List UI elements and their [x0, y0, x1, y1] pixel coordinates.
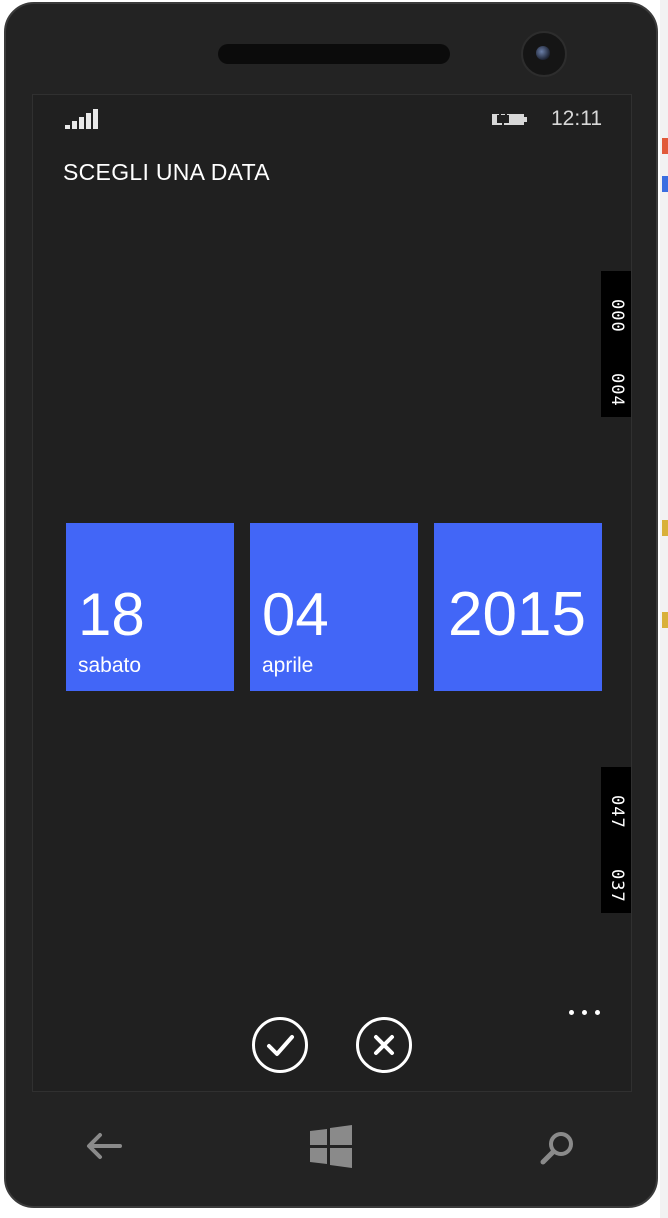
battery-charging-icon: [492, 111, 527, 126]
ellipsis-icon[interactable]: [567, 1003, 603, 1019]
month-tile[interactable]: 04 aprile: [250, 523, 418, 691]
host-edge-mark: [662, 520, 668, 536]
status-clock: 12:11: [551, 107, 602, 130]
year-value: 2015: [448, 580, 586, 649]
month-label: aprile: [262, 654, 314, 677]
checkmark-icon: [267, 1035, 294, 1056]
phone-screen: 12:11 SCEGLI UNA DATA 18 sabato 04 april…: [32, 94, 632, 1092]
host-edge-mark: [662, 138, 668, 154]
frame-counter-top: 000 004: [601, 271, 631, 417]
front-camera: [521, 31, 567, 77]
counter-value: 000: [607, 299, 627, 333]
year-tile[interactable]: 2015: [434, 523, 602, 691]
counter-value: 047: [607, 795, 627, 829]
host-edge-mark: [662, 612, 668, 628]
counter-value: 037: [607, 869, 627, 903]
weekday-label: sabato: [78, 654, 142, 677]
frame-counter-bottom: 047 037: [601, 767, 631, 913]
page-title: SCEGLI UNA DATA: [63, 159, 270, 185]
close-icon: [374, 1035, 394, 1055]
cancel-button[interactable]: [356, 1017, 412, 1073]
day-tile[interactable]: 18 sabato: [66, 523, 234, 691]
phone-emulator-frame: 12:11 SCEGLI UNA DATA 18 sabato 04 april…: [4, 2, 658, 1208]
back-arrow-icon[interactable]: [84, 1130, 124, 1162]
host-edge-mark: [662, 176, 668, 192]
month-value: 04: [262, 581, 329, 648]
counter-value: 004: [607, 373, 627, 407]
search-icon[interactable]: [538, 1128, 578, 1168]
windows-logo-icon[interactable]: [308, 1124, 354, 1168]
earpiece-speaker: [218, 44, 450, 64]
done-button[interactable]: [252, 1017, 308, 1073]
signal-strength-icon: [65, 109, 105, 129]
day-value: 18: [78, 581, 145, 648]
